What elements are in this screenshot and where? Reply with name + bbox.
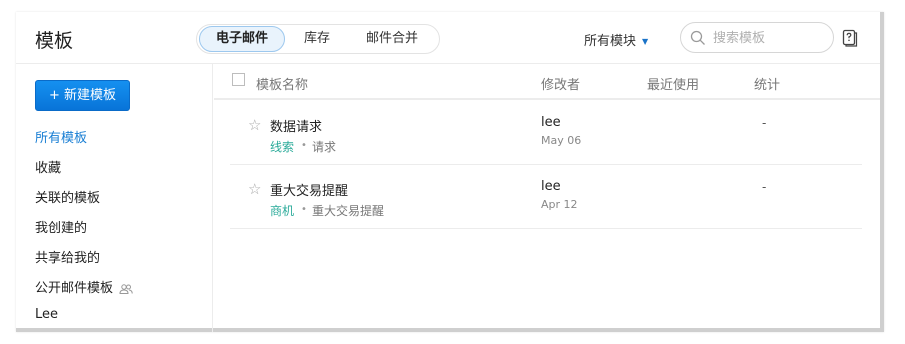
stats-value: - [762, 180, 767, 194]
caret-down-icon: ▼ [642, 37, 649, 46]
template-category: 重大交易提醒 [312, 204, 385, 218]
header: 模板 电子邮件 库存 邮件合并 所有模块 ▼ [16, 12, 880, 64]
column-header-stats[interactable]: 统计 [754, 74, 780, 93]
template-name[interactable]: 重大交易提醒 [270, 180, 348, 199]
module-filter-label: 所有模块 [584, 34, 637, 49]
sidebar-item-lee[interactable]: Lee [35, 307, 58, 322]
tab-inventory[interactable]: 库存 [285, 26, 349, 52]
column-header-name[interactable]: 模板名称 [256, 74, 308, 93]
tab-mail-merge[interactable]: 邮件合并 [349, 26, 435, 52]
people-icon [119, 283, 133, 294]
search-input[interactable] [713, 28, 825, 48]
template-category: 请求 [312, 140, 337, 154]
sidebar-item-all-templates[interactable]: 所有模板 [35, 127, 87, 146]
stats-value: - [762, 116, 767, 130]
sidebar-item-label: 公开邮件模板 [35, 281, 114, 296]
column-header-modified-by[interactable]: 修改者 [541, 74, 580, 93]
sidebar-item-public-email[interactable]: 公开邮件模板 [35, 277, 133, 296]
module-tag[interactable]: 线索 [270, 138, 294, 155]
module-filter-dropdown[interactable]: 所有模块 ▼ [584, 30, 648, 49]
separator-dot: • [301, 204, 307, 215]
modified-date: May 06 [541, 134, 582, 147]
sidebar: + 新建模板 所有模板 收藏 关联的模板 我创建的 共享给我的 公开邮件模板 L… [16, 64, 213, 332]
header-divider [214, 98, 880, 100]
help-doc-icon[interactable] [842, 29, 858, 47]
template-name[interactable]: 数据请求 [270, 116, 322, 135]
sidebar-item-shared-with-me[interactable]: 共享给我的 [35, 247, 100, 266]
sidebar-item-created-by-me[interactable]: 我创建的 [35, 217, 87, 236]
search-box[interactable] [680, 22, 834, 53]
app-window: 模板 电子邮件 库存 邮件合并 所有模块 ▼ + 新建模板 所有模板 收藏 关联的… [16, 12, 884, 332]
row-divider [230, 228, 862, 229]
row-divider [230, 164, 862, 165]
favorite-star-icon[interactable]: ☆ [248, 116, 261, 134]
new-template-button[interactable]: + 新建模板 [35, 80, 130, 111]
search-icon [690, 30, 705, 45]
sidebar-item-associated[interactable]: 关联的模板 [35, 187, 100, 206]
modified-by: lee [541, 115, 561, 130]
page-title: 模板 [35, 30, 74, 52]
column-header-last-used[interactable]: 最近使用 [647, 74, 699, 93]
modified-by: lee [541, 179, 561, 194]
sidebar-item-favorites[interactable]: 收藏 [35, 157, 61, 176]
module-tag[interactable]: 商机 [270, 202, 294, 219]
select-all-checkbox[interactable] [232, 73, 245, 86]
tab-email[interactable]: 电子邮件 [199, 26, 285, 52]
separator-dot: • [301, 140, 307, 151]
tab-group: 电子邮件 库存 邮件合并 [196, 24, 440, 54]
modified-date: Apr 12 [541, 198, 578, 211]
favorite-star-icon[interactable]: ☆ [248, 180, 261, 198]
